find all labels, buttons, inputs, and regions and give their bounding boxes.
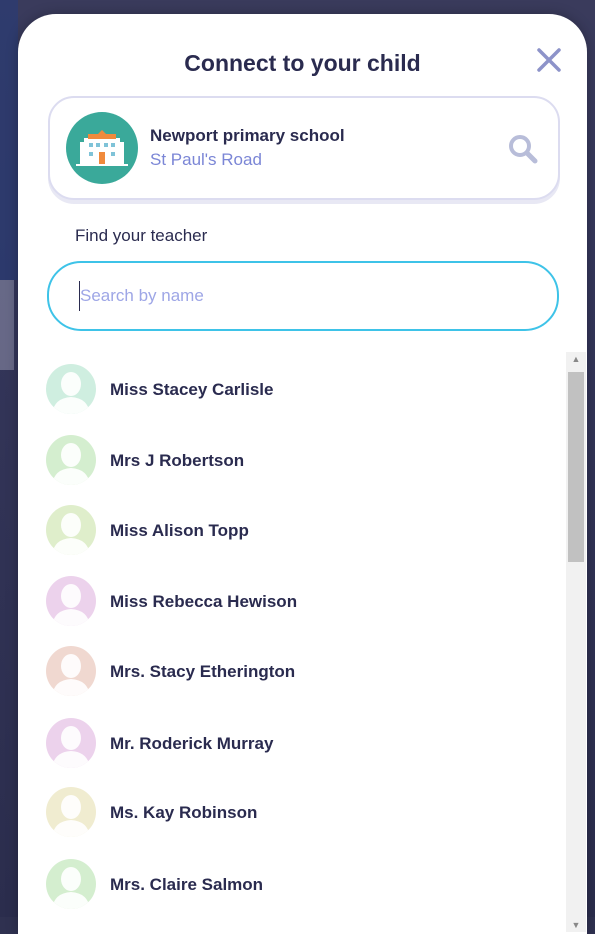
teacher-name: Miss Rebecca Hewison — [110, 592, 298, 611]
teacher-name: Miss Alison Topp — [110, 521, 249, 540]
teacher-list-scrollbar[interactable]: ▲ ▼ — [566, 352, 586, 932]
teacher-avatar-icon — [46, 435, 96, 485]
school-search-button[interactable] — [506, 132, 540, 166]
school-name: Newport primary school — [150, 126, 345, 145]
teacher-search-box[interactable] — [47, 261, 559, 331]
teacher-avatar-icon — [46, 364, 96, 414]
school-address: St Paul's Road — [150, 150, 262, 169]
teacher-avatar-icon — [46, 576, 96, 626]
teacher-name: Mrs. Claire Salmon — [110, 875, 264, 894]
backdrop-panel-left — [0, 0, 18, 280]
teacher-list-item[interactable]: Miss Stacey Carlisle — [46, 364, 546, 418]
school-building-icon — [66, 112, 138, 184]
teacher-name: Ms. Kay Robinson — [110, 803, 258, 822]
teacher-list-item[interactable]: Mrs J Robertson — [46, 435, 546, 489]
teacher-list-item[interactable]: Mr. Roderick Murray — [46, 718, 546, 772]
teacher-list-item[interactable]: Miss Rebecca Hewison — [46, 576, 546, 630]
find-teacher-label: Find your teacher — [75, 226, 208, 245]
teacher-name: Mrs. Stacy Etherington — [110, 662, 296, 681]
teacher-name: Mrs J Robertson — [110, 451, 245, 470]
modal-title: Connect to your child — [184, 50, 421, 76]
teacher-avatar-icon — [46, 646, 96, 696]
teacher-avatar-icon — [46, 787, 96, 837]
teacher-list-item[interactable]: Mrs. Claire Salmon — [46, 859, 546, 913]
selected-school-card[interactable]: Newport primary school St Paul's Road — [48, 96, 560, 200]
teacher-search-input[interactable] — [79, 281, 522, 311]
teacher-list[interactable]: Miss Stacey Carlisle Mrs J Robertson Miss … — [18, 352, 563, 932]
teacher-avatar-icon — [46, 718, 96, 768]
teacher-list-item[interactable]: Ms. Kay Robinson — [46, 787, 546, 841]
search-icon — [509, 135, 538, 164]
teacher-list-item[interactable]: Miss Alison Topp — [46, 505, 546, 559]
close-icon — [537, 48, 561, 72]
close-button[interactable] — [533, 44, 565, 76]
backdrop-panel-right — [0, 280, 14, 370]
teacher-avatar-icon — [46, 505, 96, 555]
scrollbar-thumb[interactable] — [568, 372, 584, 562]
scroll-down-arrow-icon[interactable]: ▼ — [571, 920, 581, 930]
teacher-name: Mr. Roderick Murray — [110, 734, 274, 753]
teacher-list-item[interactable]: Mrs. Stacy Etherington — [46, 646, 546, 700]
teacher-name: Miss Stacey Carlisle — [110, 380, 274, 399]
scroll-up-arrow-icon[interactable]: ▲ — [571, 354, 581, 364]
connect-modal: Connect to your child Newport primary sc… — [18, 14, 587, 934]
teacher-avatar-icon — [46, 859, 96, 909]
